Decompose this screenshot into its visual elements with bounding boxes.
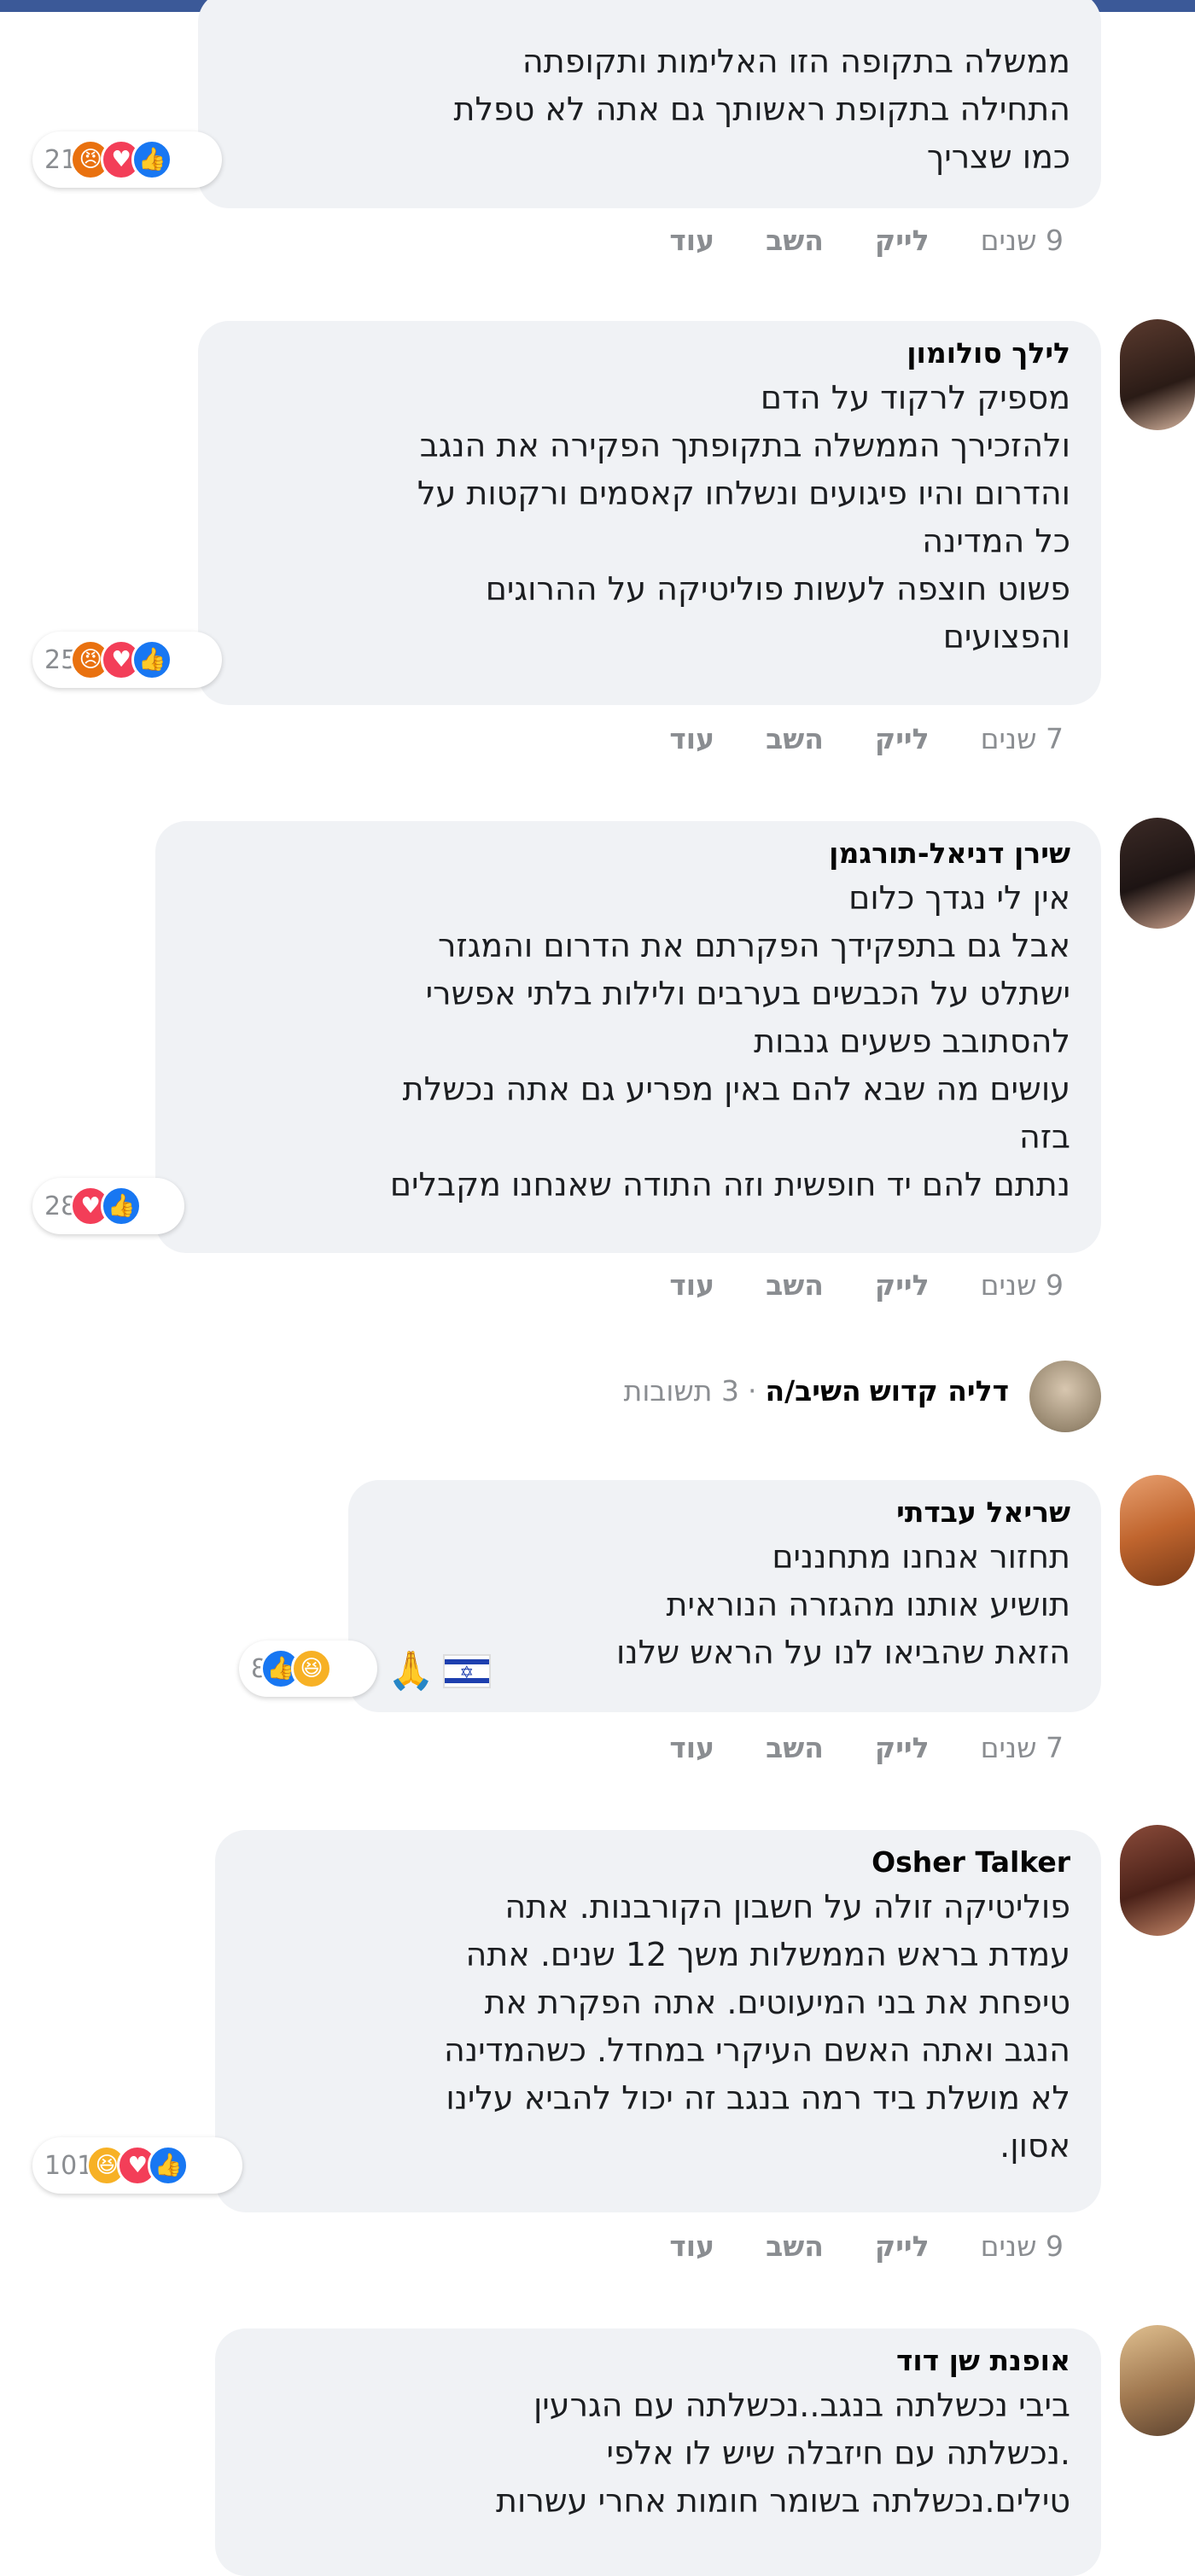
thread-author: דליה קדוש	[869, 1374, 1009, 1407]
avatar[interactable]	[1120, 319, 1195, 430]
more-link[interactable]: עוד	[669, 224, 714, 257]
haha-icon: 😆	[291, 1648, 333, 1689]
comment-line: טיפחת את בני המיעוטים. אתה הפקרת את	[484, 1984, 1070, 2021]
comment-line: והדרום והיו פיגועים ונשלחו קאסמים ורקטות…	[417, 475, 1070, 512]
comment-line: תחזור אנחנו מתחננים	[772, 1538, 1070, 1576]
comment-bubble: שירן דניאל-תורגמן אין לי נגדך כלום אבל ג…	[155, 821, 1101, 1253]
comment-line: בזה	[1019, 1118, 1070, 1156]
more-link[interactable]: עוד	[669, 2229, 714, 2263]
inline-emojis: 🙏 ✡	[388, 1652, 491, 1690]
reply-link[interactable]: השב	[766, 722, 824, 755]
like-icon: 👍	[101, 1186, 143, 1227]
comment-line: תושיע אותנו מהגזרה הנוראית	[666, 1586, 1070, 1623]
israel-flag-icon: ✡	[442, 1654, 491, 1688]
like-icon: 👍	[131, 639, 173, 680]
comment-line: טילים.נכשלתה בשומר חומות אחרי עשרות	[496, 2482, 1070, 2520]
like-link[interactable]: לייק	[875, 2229, 930, 2263]
comment-actions: 7 שנים לייק השב עוד	[669, 722, 1064, 755]
more-link[interactable]: עוד	[669, 1268, 714, 1302]
reply-count: 3 תשובות	[623, 1374, 739, 1407]
comment-line: כל המדינה	[922, 522, 1070, 560]
comment-actions: 9 שנים לייק השב עוד	[669, 2229, 1064, 2263]
comment-bubble: אופנת שן דוד ביבי נכשלתה בנגב..נכשלתה עם…	[215, 2328, 1101, 2576]
comment-bubble: לילך סולומון מספיק לרקוד על הדם ולהזכירך…	[198, 321, 1101, 705]
more-link[interactable]: עוד	[669, 722, 714, 755]
reaction-summary[interactable]: 28 ♥ 👍	[32, 1178, 184, 1234]
avatar[interactable]	[1120, 1475, 1195, 1586]
comment-line: והפצועים	[942, 618, 1070, 656]
pray-icon: 🙏	[388, 1649, 434, 1693]
comment-actions: 7 שנים לייק השב עוד	[669, 1731, 1064, 1764]
avatar[interactable]	[1120, 1825, 1195, 1936]
view-replies-link[interactable]: דליה קדוש השיב/ה · 3 תשובות	[624, 1374, 1009, 1407]
comment-author[interactable]: Osher Talker	[246, 1842, 1070, 1883]
comment-bubble: Osher Talker פוליטיקה זולה על חשבון הקור…	[215, 1830, 1101, 2212]
comment-line: ביבי נכשלתה בנגב..נכשלתה עם הגרעין	[533, 2387, 1070, 2424]
like-icon: 👍	[148, 2145, 189, 2186]
comment-timestamp[interactable]: 9 שנים	[981, 1268, 1064, 1302]
avatar[interactable]	[1120, 818, 1195, 929]
comment-line: ולהזכירך הממשלה בתקופתך הפקירה את הנגב	[419, 427, 1070, 464]
like-link[interactable]: לייק	[875, 1268, 930, 1302]
reply-link[interactable]: השב	[766, 1731, 824, 1764]
comment-timestamp[interactable]: 9 שנים	[981, 2229, 1064, 2263]
comment-bubble: ממשלה בתקופה הזו האלימות ותקופתה התחילה …	[198, 0, 1101, 208]
comment-author[interactable]: אופנת שן דוד	[246, 2340, 1070, 2381]
reaction-summary[interactable]: 25 😠 ♥ 👍	[32, 632, 222, 688]
reply-link[interactable]: השב	[766, 1268, 824, 1302]
comment-line: פשוט חוצפה לעשות פוליטיקה על ההרוגים	[485, 570, 1070, 608]
like-link[interactable]: לייק	[875, 224, 930, 257]
comment-line: אבל גם בתפקידך הפקרתם את הדרום והמגזר	[438, 927, 1070, 965]
like-link[interactable]: לייק	[875, 722, 930, 755]
comment-timestamp[interactable]: 7 שנים	[981, 1731, 1064, 1764]
comment-line: ממשלה בתקופה הזו האלימות ותקופתה	[522, 43, 1070, 80]
comment-line: לא מושלת ביד רמה בנגב זה יכול להביא עלינ…	[446, 2079, 1070, 2117]
comment-line: אין לי נגדך כלום	[848, 879, 1070, 917]
avatar[interactable]	[1029, 1361, 1101, 1432]
avatar[interactable]	[1120, 2325, 1195, 2436]
comment-author[interactable]: שריאל עבדתי	[379, 1492, 1070, 1533]
reaction-summary[interactable]: 8 👍 😆	[239, 1641, 377, 1697]
reaction-summary[interactable]: 101 😆 ♥ 👍	[32, 2137, 242, 2194]
comment-line: מספיק לרקוד על הדם	[760, 379, 1070, 417]
comment-line: נתתם להם יד חופשית וזה התודה שאנחנו מקבל…	[389, 1166, 1070, 1203]
comment-line: התחילה בתקופת ראשותך גם אתה לא טפלת	[453, 90, 1070, 128]
comment-line: ישתלט על הכבשים בערבים ולילות בלתי אפשרי	[425, 975, 1070, 1012]
comment-line: הנגב ואתה האשם העיקרי במחדל. כשהמדינה	[444, 2031, 1070, 2069]
comment-line: עמדת בראש הממשלות משך 12 שנים. אתה	[465, 1936, 1070, 1973]
like-icon: 👍	[131, 139, 173, 180]
like-link[interactable]: לייק	[875, 1731, 930, 1764]
comment-actions: 9 שנים לייק השב עוד	[669, 224, 1064, 257]
comment-line: להסתובב פשעים גנבות	[754, 1023, 1070, 1060]
comment-line: .נכשלתה עם חיזבלה שיש לו אלפי	[606, 2434, 1070, 2472]
reaction-summary[interactable]: 21 😠 ♥ 👍	[32, 131, 222, 188]
reply-link[interactable]: השב	[766, 224, 824, 257]
more-link[interactable]: עוד	[669, 1731, 714, 1764]
comment-line: עושים מה שבא להם באין מפריע גם אתה נכשלת	[402, 1070, 1070, 1108]
comment-author[interactable]: לילך סולומון	[229, 333, 1070, 374]
comment-actions: 9 שנים לייק השב עוד	[669, 1268, 1064, 1302]
thread-separator: ·	[747, 1374, 757, 1407]
comment-line: אסון.	[1000, 2127, 1070, 2165]
comment-line: פוליטיקה זולה על חשבון הקורבנות. אתה	[504, 1888, 1070, 1926]
comment-line: כמו שצריך	[926, 138, 1070, 176]
comment-timestamp[interactable]: 9 שנים	[981, 224, 1064, 257]
thread-verb: השיב/ה	[765, 1374, 861, 1407]
comment-author[interactable]: שירן דניאל-תורגמן	[186, 833, 1070, 874]
reply-link[interactable]: השב	[766, 2229, 824, 2263]
comment-timestamp[interactable]: 7 שנים	[981, 722, 1064, 755]
